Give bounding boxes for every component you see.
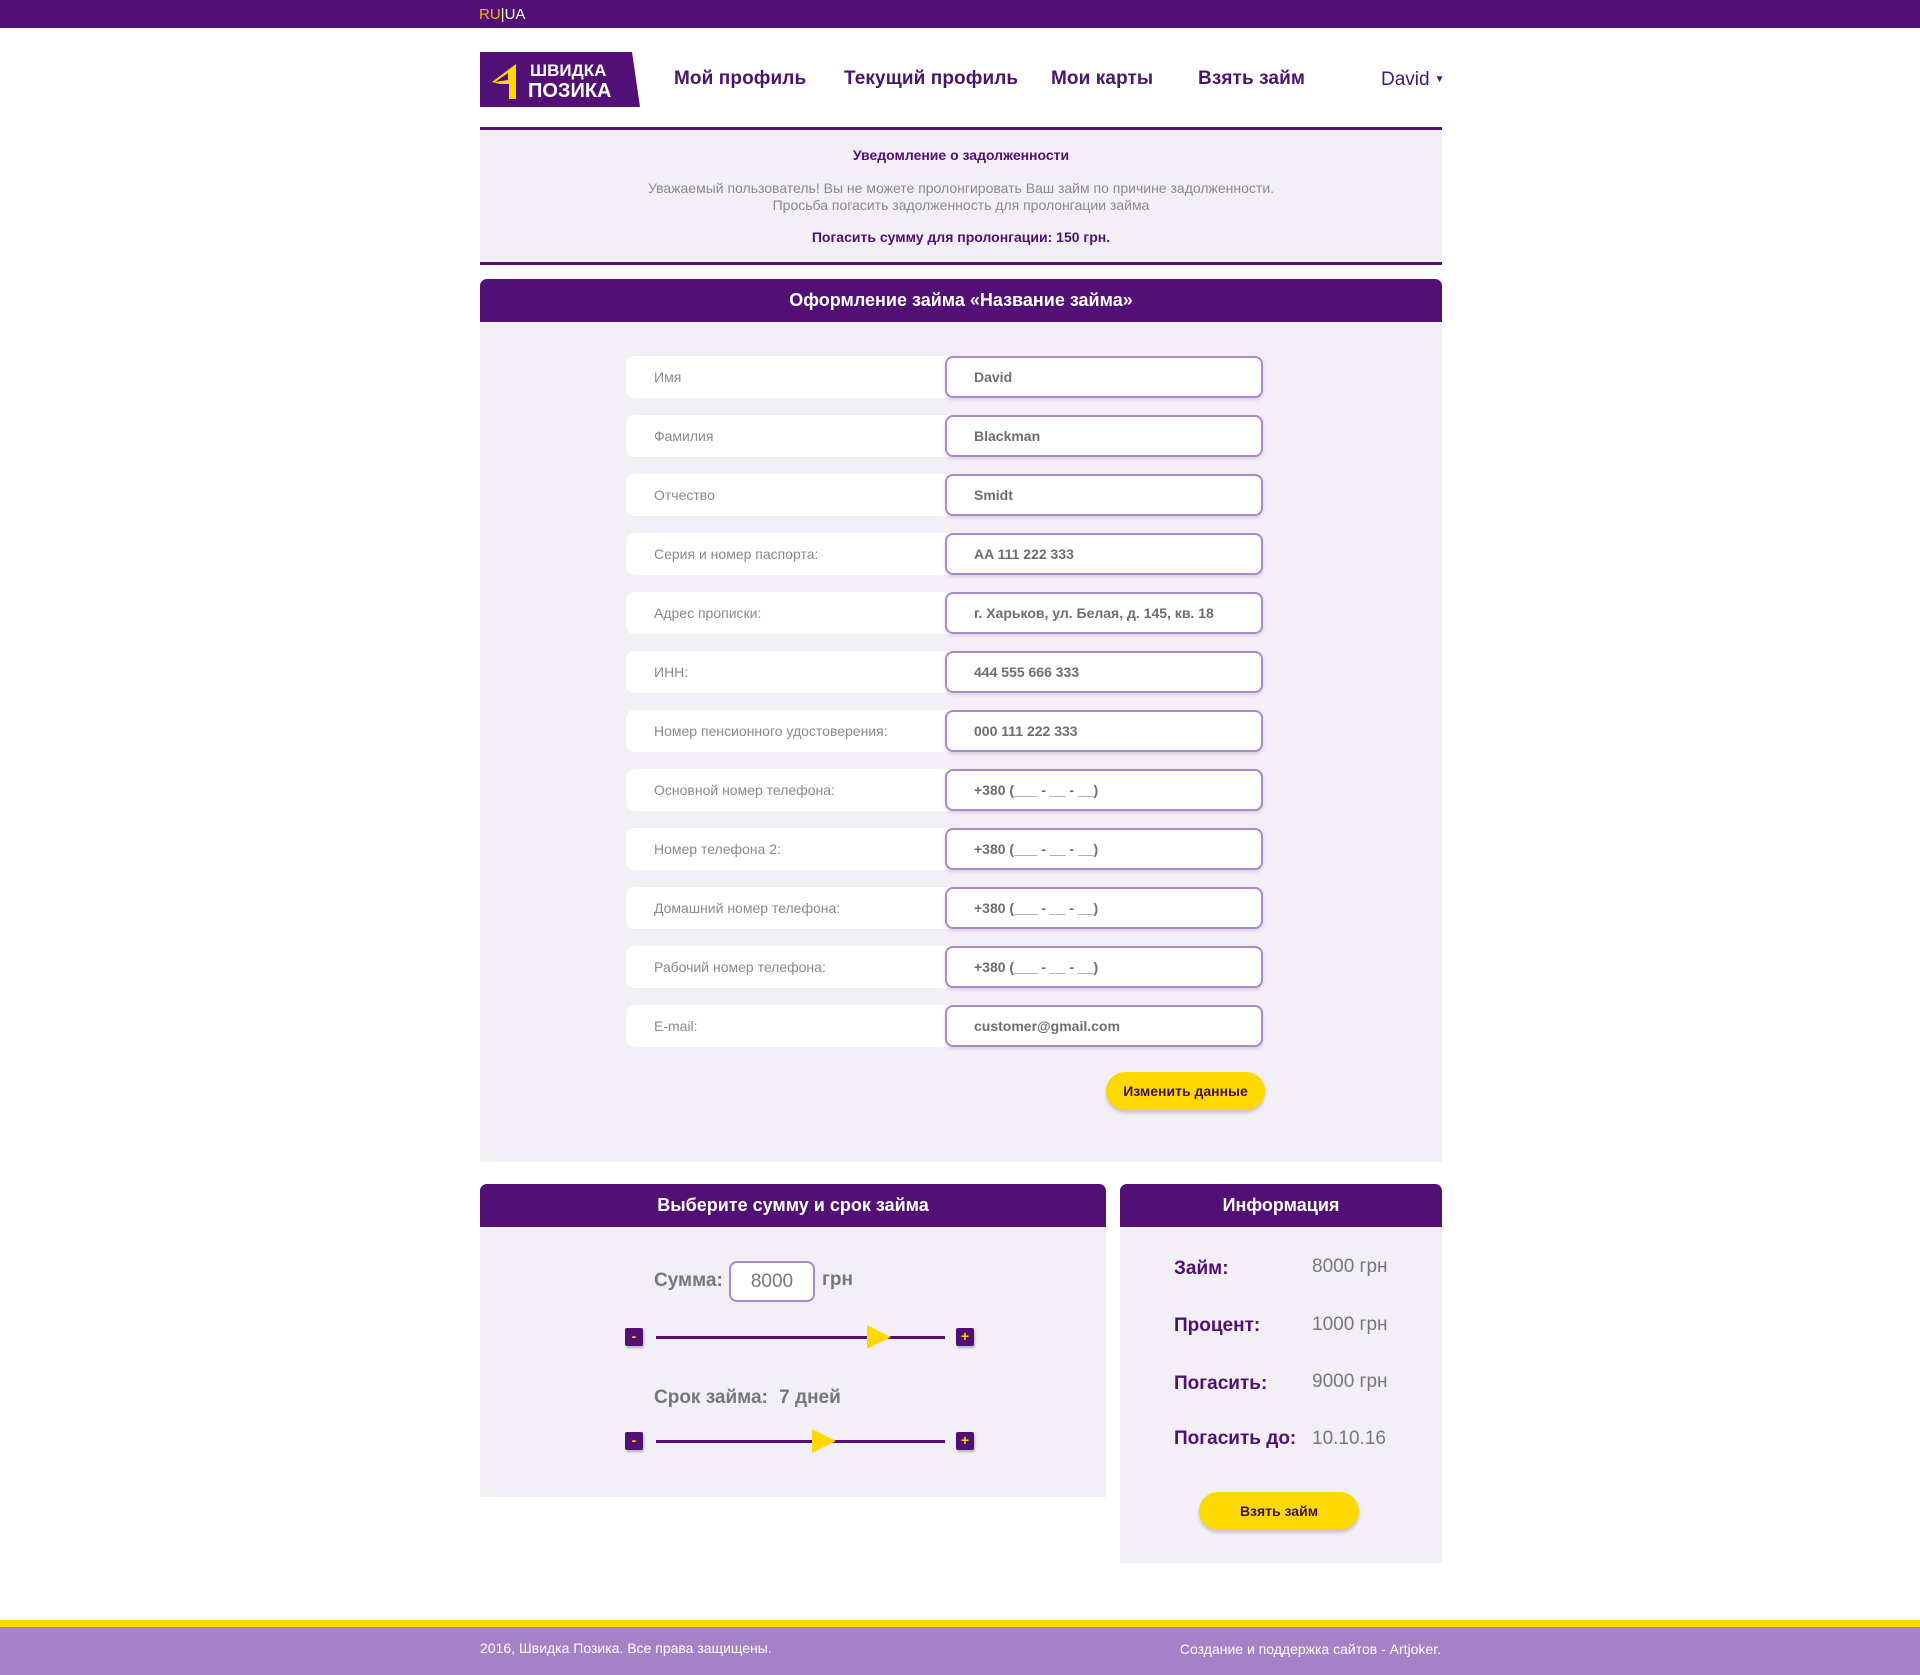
form-row: Имя David (626, 356, 1263, 398)
form-field-label: Номер пенсионного удостоверения: (626, 710, 956, 752)
form-field-label: Имя (626, 356, 956, 398)
notice-sum: Погасить сумму для пролонгации: 150 грн. (811, 229, 1111, 245)
form-row: Отчество Smidt (626, 474, 1263, 516)
lang-ua-link[interactable]: UA (505, 6, 526, 23)
term-plus-button[interactable]: + (956, 1432, 974, 1450)
sum-minus-button[interactable]: - (625, 1328, 643, 1346)
info-panel-title: Информация (1120, 1184, 1442, 1227)
notice-line2: Просьба погасить задолженность для проло… (772, 197, 1150, 213)
form-row: Номер пенсионного удостоверения: 000 111 … (626, 710, 1263, 752)
term-slider-track[interactable] (656, 1440, 945, 1443)
term-minus-button[interactable]: - (625, 1432, 643, 1450)
form-field-label: Номер телефона 2: (626, 828, 956, 870)
form-field-input[interactable]: +380 (___ - __ - __) (945, 828, 1263, 870)
form-field-label: Фамилия (626, 415, 956, 457)
sum-slider-thumb[interactable] (866, 1325, 891, 1349)
form-field-label: Рабочий номер телефона: (626, 946, 956, 988)
footer-stripe (0, 1620, 1920, 1627)
notice-text: Уважаемый пользователь! Вы не можете про… (480, 180, 1442, 214)
term-value: 7 дней (779, 1387, 841, 1408)
form-row: Адрес прописки: г. Харьков, ул. Белая, д.… (626, 592, 1263, 634)
nav-take-loan[interactable]: Взять займ (1198, 68, 1305, 90)
language-switcher: RU|UA (479, 6, 525, 23)
sum-slider-track[interactable] (656, 1336, 945, 1339)
info-loan-label: Займ: (1174, 1258, 1229, 1279)
form-field-input[interactable]: Smidt (945, 474, 1263, 516)
edit-data-button[interactable]: Изменить данные (1106, 1072, 1265, 1110)
take-loan-button[interactable]: Взять займ (1199, 1492, 1359, 1530)
form-field-input[interactable]: AA 111 222 333 (945, 533, 1263, 575)
form-field-label: Адрес прописки: (626, 592, 956, 634)
form-row: Фамилия Blackman (626, 415, 1263, 457)
term-slider-thumb[interactable] (811, 1429, 836, 1453)
sum-label: Сумма: (654, 1270, 723, 1291)
user-name: David (1381, 69, 1430, 90)
form-field-input[interactable]: г. Харьков, ул. Белая, д. 145, кв. 18 (945, 592, 1263, 634)
nav-current-profile[interactable]: Текущий профиль (844, 68, 1018, 90)
form-field-label: Домашний номер телефона: (626, 887, 956, 929)
form-field-label: E-mail: (626, 1005, 956, 1047)
site-logo[interactable]: ШВИДКА ПОЗИКА (480, 52, 640, 107)
top-bar: RU|UA (0, 0, 1920, 28)
calculator-panel-title: Выберите сумму и срок займа (480, 1184, 1106, 1227)
info-due-value: 10.10.16 (1312, 1428, 1386, 1449)
form-field-input[interactable]: customer@gmail.com (945, 1005, 1263, 1047)
lang-ru-link[interactable]: RU (479, 6, 501, 23)
form-field-label: Основной номер телефона: (626, 769, 956, 811)
form-field-label: ИНН: (626, 651, 956, 693)
form-field-input[interactable]: +380 (___ - __ - __) (945, 887, 1263, 929)
sum-input[interactable]: 8000 (729, 1261, 815, 1302)
form-field-input[interactable]: 444 555 666 333 (945, 651, 1263, 693)
form-row: ИНН: 444 555 666 333 (626, 651, 1263, 693)
debt-notice: Уведомление о задолженности Уважаемый по… (480, 127, 1442, 265)
form-row: Серия и номер паспорта: AA 111 222 333 (626, 533, 1263, 575)
form-field-input[interactable]: Blackman (945, 415, 1263, 457)
form-field-input[interactable]: David (945, 356, 1263, 398)
info-percent-value: 1000 грн (1312, 1314, 1388, 1335)
form-row: E-mail: customer@gmail.com (626, 1005, 1263, 1047)
form-field-input[interactable]: +380 (___ - __ - __) (945, 946, 1263, 988)
term-label-group: Срок займа: 7 дней (654, 1387, 841, 1409)
caret-down-icon: ▼ (1434, 74, 1445, 85)
info-due-label: Погасить до: (1174, 1428, 1297, 1449)
footer: 2016, Швидка Позика. Все права защищены.… (0, 1627, 1920, 1675)
form-row: Основной номер телефона: +380 (___ - __ -… (626, 769, 1263, 811)
footer-copyright: 2016, Швидка Позика. Все права защищены. (480, 1640, 772, 1656)
footer-developer-link[interactable]: Создание и поддержка сайтов - Artjoker. (1180, 1641, 1441, 1657)
info-repay-value: 9000 грн (1312, 1371, 1388, 1392)
notice-title: Уведомление о задолженности (852, 147, 1070, 163)
logo-line1: ШВИДКА (530, 61, 606, 80)
form-row: Номер телефона 2: +380 (___ - __ - __) (626, 828, 1263, 870)
term-label: Срок займа: (654, 1387, 768, 1408)
form-field-input[interactable]: 000 111 222 333 (945, 710, 1263, 752)
form-row: Домашний номер телефона: +380 (___ - __ -… (626, 887, 1263, 929)
sum-unit: грн (822, 1269, 853, 1290)
info-loan-value: 8000 грн (1312, 1256, 1388, 1277)
nav-my-cards[interactable]: Мои карты (1051, 68, 1153, 90)
user-menu[interactable]: David ▼ (1381, 69, 1444, 91)
form-panel-title: Оформление займа «Название займа» (480, 279, 1442, 322)
form-row: Рабочий номер телефона: +380 (___ - __ - … (626, 946, 1263, 988)
form-field-input[interactable]: +380 (___ - __ - __) (945, 769, 1263, 811)
sum-plus-button[interactable]: + (956, 1328, 974, 1346)
form-field-label: Серия и номер паспорта: (626, 533, 956, 575)
info-percent-label: Процент: (1174, 1315, 1261, 1336)
info-repay-label: Погасить: (1174, 1373, 1268, 1394)
form-field-label: Отчество (626, 474, 956, 516)
notice-line1: Уважаемый пользователь! Вы не можете про… (647, 180, 1275, 196)
nav-my-profile[interactable]: Мой профиль (674, 68, 806, 90)
logo-line2: ПОЗИКА (528, 80, 612, 102)
